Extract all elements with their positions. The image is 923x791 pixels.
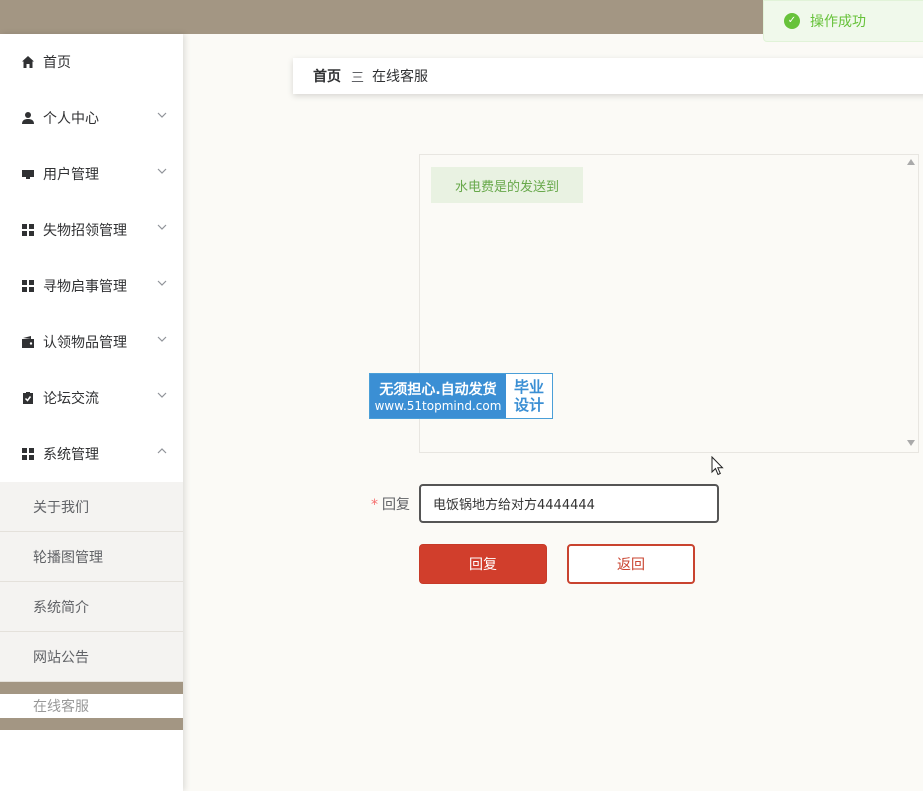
success-toast: ✓ 操作成功 [763, 0, 923, 42]
back-button[interactable]: 返回 [567, 544, 695, 584]
sidebar-subitem-notice[interactable]: 网站公告 [0, 632, 183, 682]
watermark-left: 无须担心.自动发货 www.51topmind.com [370, 374, 506, 418]
watermark-right1: 毕业 [513, 378, 544, 396]
sidebar-subitem-label: 关于我们 [33, 499, 89, 516]
watermark-right: 毕业 设计 [506, 374, 552, 418]
sidebar-subitem-online-service[interactable]: 在线客服 [0, 694, 183, 718]
watermark-right2: 设计 [513, 396, 544, 414]
sidebar-item-label: 个人中心 [43, 111, 99, 127]
sidebar-subitem-label: 轮播图管理 [33, 549, 103, 566]
sidebar-item-home[interactable]: 首页 [0, 34, 183, 90]
sidebar-active-bar [0, 718, 183, 730]
users-icon [20, 167, 35, 182]
breadcrumb-separator: 三 [351, 70, 365, 86]
sidebar-subitem-about[interactable]: 关于我们 [0, 482, 183, 532]
reply-label-text: 回复 [382, 497, 410, 513]
chat-message: 水电费是的发送到 [431, 167, 584, 203]
chevron-down-icon [157, 280, 167, 286]
watermark-line1: 无须担心.自动发货 [379, 382, 497, 398]
reply-input[interactable] [419, 484, 719, 523]
sidebar-item-label: 论坛交流 [43, 391, 99, 407]
sidebar-active-bar [0, 682, 183, 694]
breadcrumb-home[interactable]: 首页 [313, 66, 341, 86]
wallet-icon [20, 335, 35, 350]
clipboard-check-icon [20, 391, 35, 406]
mouse-cursor-icon [711, 456, 724, 476]
chevron-down-icon [157, 168, 167, 174]
watermark-badge: 无须担心.自动发货 www.51topmind.com 毕业 设计 [369, 373, 553, 419]
chevron-down-icon [157, 112, 167, 118]
sidebar-item-label: 寻物启事管理 [43, 279, 127, 295]
chevron-down-icon [157, 224, 167, 230]
sidebar: 首页 个人中心 用户管理 失物招领管理 寻物启事管理 认领物品管理 论坛交流 系… [0, 34, 183, 791]
chevron-down-icon [157, 392, 167, 398]
sidebar-item-label: 首页 [43, 55, 71, 71]
scroll-up-icon[interactable] [907, 159, 915, 165]
sidebar-item-label: 失物招领管理 [43, 223, 127, 239]
required-mark: * [371, 497, 378, 513]
reply-label: * 回复 [371, 494, 410, 514]
sidebar-item-personal-center[interactable]: 个人中心 [0, 90, 183, 146]
sidebar-subitem-intro[interactable]: 系统简介 [0, 582, 183, 632]
sidebar-item-label: 认领物品管理 [43, 335, 127, 351]
sidebar-item-system[interactable]: 系统管理 [0, 426, 183, 482]
sidebar-subitem-label: 网站公告 [33, 649, 89, 666]
sidebar-item-user-management[interactable]: 用户管理 [0, 146, 183, 202]
watermark-line2: www.51topmind.com [374, 399, 502, 413]
grid-icon [20, 447, 35, 462]
sidebar-subitem-label: 在线客服 [33, 699, 89, 715]
toast-message: 操作成功 [810, 14, 866, 30]
sidebar-subitem-carousel[interactable]: 轮播图管理 [0, 532, 183, 582]
grid-icon [20, 279, 35, 294]
sidebar-subitem-label: 系统简介 [33, 599, 89, 616]
chevron-up-icon [157, 448, 167, 454]
check-circle-icon: ✓ [784, 13, 800, 29]
sidebar-item-lost-found[interactable]: 失物招领管理 [0, 202, 183, 258]
sidebar-item-forum[interactable]: 论坛交流 [0, 370, 183, 426]
grid-icon [20, 223, 35, 238]
sidebar-item-lost-notice[interactable]: 寻物启事管理 [0, 258, 183, 314]
chevron-down-icon [157, 336, 167, 342]
sidebar-item-label: 系统管理 [43, 447, 99, 463]
home-icon [20, 55, 35, 70]
breadcrumb: 首页 三 在线客服 [293, 58, 923, 94]
chat-message-text: 水电费是的发送到 [455, 179, 560, 195]
reply-button[interactable]: 回复 [419, 544, 547, 584]
user-icon [20, 111, 35, 126]
sidebar-item-label: 用户管理 [43, 167, 99, 183]
sidebar-item-claim[interactable]: 认领物品管理 [0, 314, 183, 370]
breadcrumb-current: 在线客服 [372, 69, 429, 85]
scroll-down-icon[interactable] [907, 440, 915, 446]
